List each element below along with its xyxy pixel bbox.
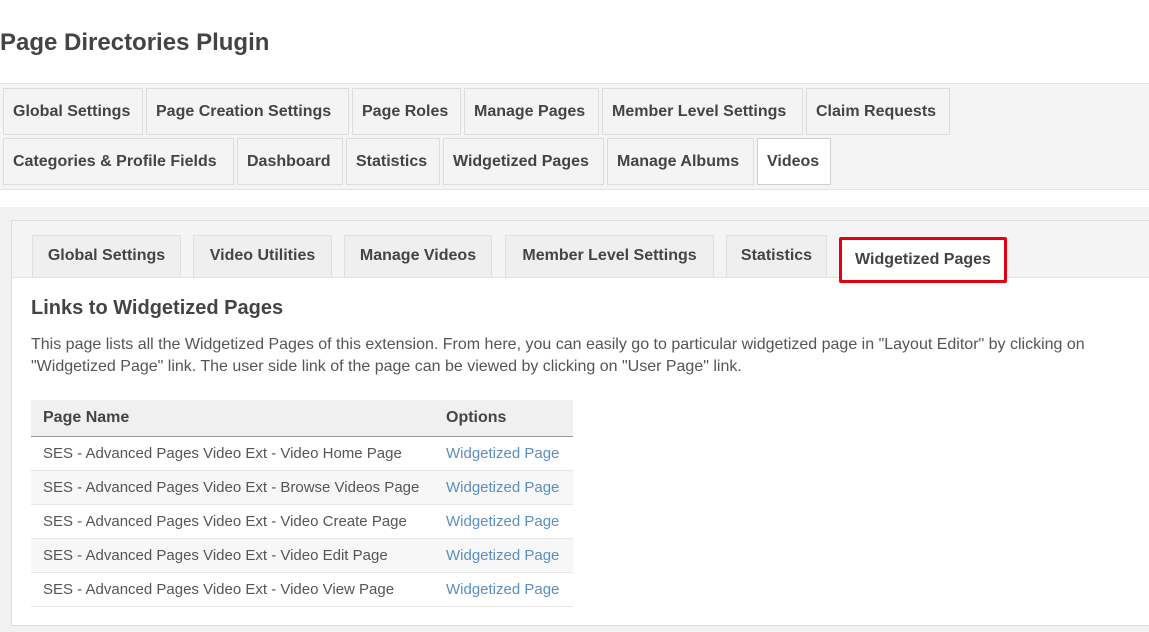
table-header-row: Page Name Options bbox=[31, 400, 573, 437]
widgetized-page-link[interactable]: Widgetized Page bbox=[446, 513, 559, 530]
sub-tab-video-utilities[interactable]: Video Utilities bbox=[193, 235, 332, 277]
page-name-cell: SES - Advanced Pages Video Ext - Video H… bbox=[31, 436, 434, 471]
table-row: SES - Advanced Pages Video Ext - Video E… bbox=[31, 538, 573, 573]
nav-tab-member-level-settings[interactable]: Member Level Settings bbox=[602, 88, 803, 135]
sub-tab-member-level-settings[interactable]: Member Level Settings bbox=[505, 235, 714, 277]
widgetized-page-link[interactable]: Widgetized Page bbox=[446, 581, 559, 598]
nav-tab-global-settings[interactable]: Global Settings bbox=[3, 88, 143, 135]
sub-tab-statistics[interactable]: Statistics bbox=[726, 235, 827, 277]
nav-tab-page-roles[interactable]: Page Roles bbox=[352, 88, 461, 135]
widgetized-page-link[interactable]: Widgetized Page bbox=[446, 479, 559, 496]
sub-tab-manage-videos[interactable]: Manage Videos bbox=[344, 235, 492, 277]
nav-tab-videos[interactable]: Videos bbox=[757, 138, 831, 185]
sub-tab-strip: Global Settings Video Utilities Manage V… bbox=[12, 221, 1149, 283]
section-description: This page lists all the Widgetized Pages… bbox=[31, 336, 1085, 375]
nav-tab-page-creation-settings[interactable]: Page Creation Settings bbox=[146, 88, 349, 135]
table-row: SES - Advanced Pages Video Ext - Browse … bbox=[31, 470, 573, 505]
page-name-cell: SES - Advanced Pages Video Ext - Video C… bbox=[31, 504, 434, 539]
nav-tab-dashboard[interactable]: Dashboard bbox=[237, 138, 343, 185]
widgetized-pages-table: Page Name Options SES - Advanced Pages V… bbox=[31, 400, 573, 607]
page-name-cell: SES - Advanced Pages Video Ext - Browse … bbox=[31, 470, 434, 505]
nav-tab-categories-profile-fields[interactable]: Categories & Profile Fields bbox=[3, 138, 234, 185]
nav-tab-manage-pages[interactable]: Manage Pages bbox=[464, 88, 599, 135]
nav-tab-manage-albums[interactable]: Manage Albums bbox=[607, 138, 754, 185]
sub-tab-widgetized-pages[interactable]: Widgetized Pages bbox=[839, 237, 1007, 283]
options-cell: Widgetized Page bbox=[434, 572, 573, 607]
section-heading: Links to Widgetized Pages bbox=[31, 297, 284, 319]
options-cell: Widgetized Page bbox=[434, 504, 573, 539]
page-name-cell: SES - Advanced Pages Video Ext - Video V… bbox=[31, 572, 434, 607]
widgetized-page-link[interactable]: Widgetized Page bbox=[446, 445, 559, 462]
table-row: SES - Advanced Pages Video Ext - Video C… bbox=[31, 504, 573, 539]
nav-tab-claim-requests[interactable]: Claim Requests bbox=[806, 88, 950, 135]
sub-tab-global-settings[interactable]: Global Settings bbox=[32, 235, 181, 277]
nav-tab-widgetized-pages[interactable]: Widgetized Pages bbox=[443, 138, 604, 185]
options-cell: Widgetized Page bbox=[434, 436, 573, 471]
page-name-cell: SES - Advanced Pages Video Ext - Video E… bbox=[31, 538, 434, 573]
column-header-options: Options bbox=[434, 400, 573, 437]
options-cell: Widgetized Page bbox=[434, 538, 573, 573]
table-row: SES - Advanced Pages Video Ext - Video V… bbox=[31, 572, 573, 607]
admin-top-nav: Global Settings Page Creation Settings P… bbox=[0, 83, 1149, 190]
options-cell: Widgetized Page bbox=[434, 470, 573, 505]
nav-tab-statistics[interactable]: Statistics bbox=[346, 138, 440, 185]
widgetized-page-link[interactable]: Widgetized Page bbox=[446, 547, 559, 564]
page-title: Page Directories Plugin bbox=[0, 29, 270, 56]
column-header-page-name: Page Name bbox=[31, 400, 434, 437]
table-row: SES - Advanced Pages Video Ext - Video H… bbox=[31, 436, 573, 471]
